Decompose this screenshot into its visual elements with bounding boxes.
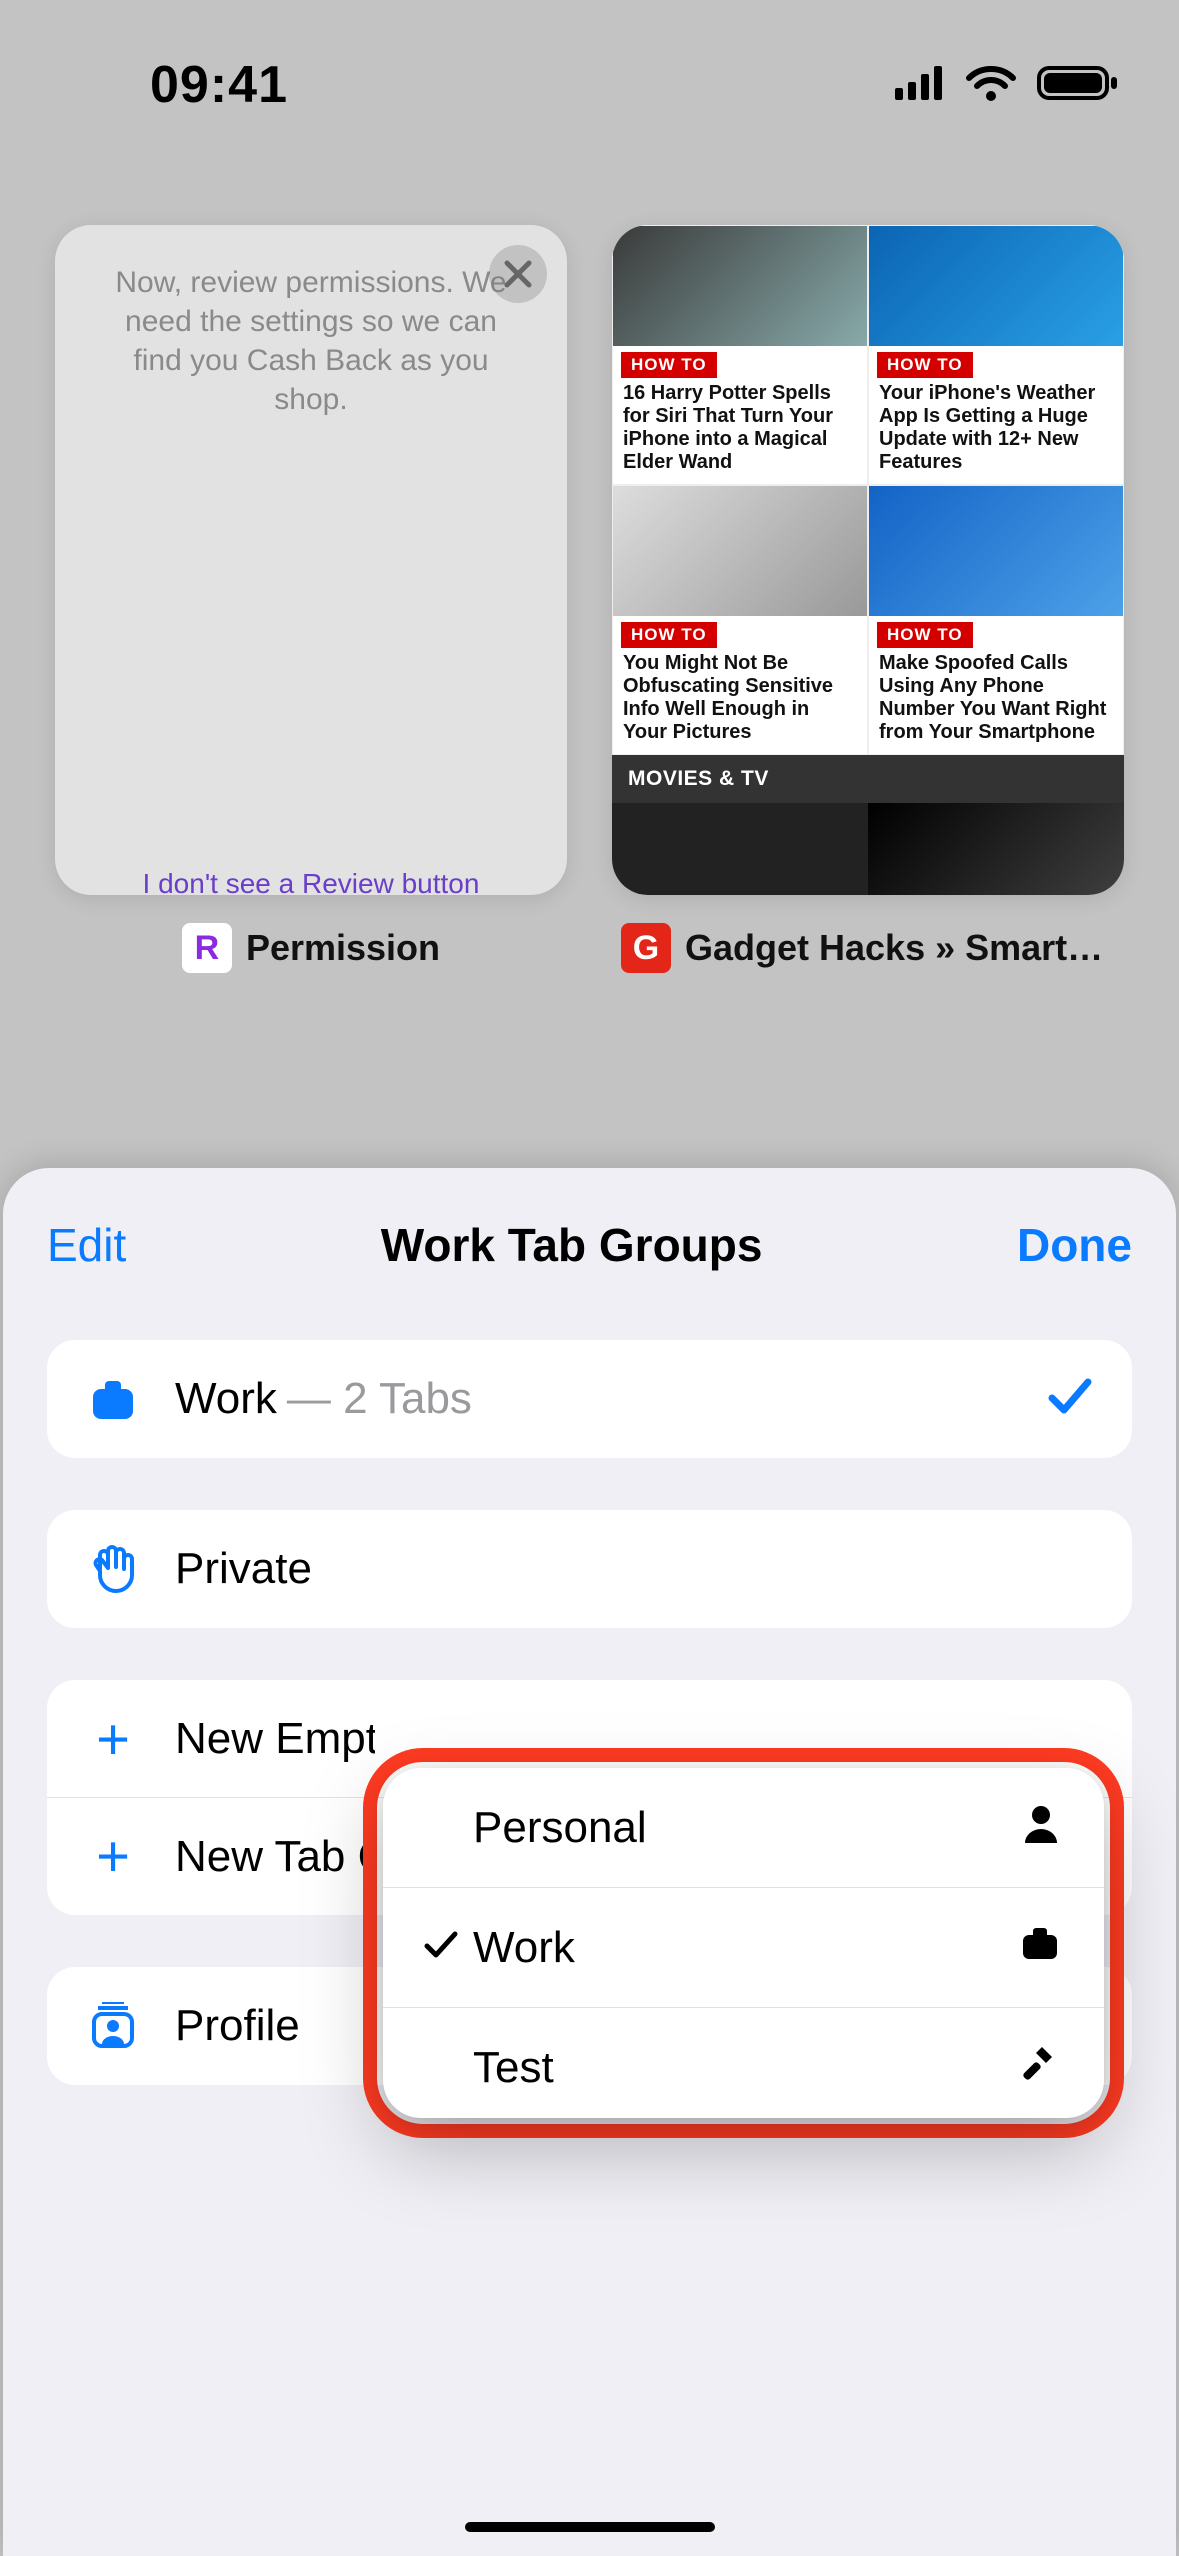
article-title: Your iPhone's Weather App Is Getting a H… [869,380,1123,484]
tab-card-gadgethacks[interactable]: HOW TO16 Harry Potter Spells for Siri Th… [612,225,1124,973]
tab-group-row-work[interactable]: Work — 2 Tabs [47,1340,1132,1458]
profile-option-work[interactable]: Work [383,1888,1104,2008]
tab-overview: Now, review permissions. We need the set… [55,225,1124,973]
article-title: 16 Harry Potter Spells for Siri That Tur… [613,380,867,484]
briefcase-icon [1020,1925,1060,1971]
battery-icon [1037,64,1119,107]
plus-icon: + [96,1823,130,1890]
close-tab-button[interactable] [489,245,547,303]
hand-icon [77,1543,149,1595]
favicon-icon: G [621,923,671,973]
cellular-icon [895,66,945,105]
row-label: New Empty Tab Group [175,1714,375,1764]
article-section: MOVIES & TV [612,755,1124,803]
checkmark-icon [1048,1370,1092,1428]
tab-title: Permission [246,927,440,969]
status-bar: 09:41 [0,0,1179,130]
edit-button[interactable]: Edit [47,1218,126,1272]
menu-label: Test [469,2043,1018,2093]
article-tag: HOW TO [621,622,717,648]
tab-title: Gadget Hacks » Smartph… [685,927,1115,969]
row-label: Profile [175,2001,300,2051]
row-label: Private [175,1544,312,1594]
annotation-highlight: Personal Work Test [363,1748,1124,2138]
tab-preview-link: I don't see a Review button [55,868,567,895]
status-time: 09:41 [150,55,288,115]
person-icon [1022,1803,1060,1853]
article-title: Make Spoofed Calls Using Any Phone Numbe… [869,650,1123,754]
hammer-icon [1018,2043,1060,2093]
sheet-header: Edit Work Tab Groups Done [47,1218,1132,1272]
menu-label: Work [469,1923,1020,1973]
checkmark-icon [413,1925,469,1970]
plus-icon: + [96,1706,130,1773]
article-tag: HOW TO [877,352,973,378]
favicon-icon: R [182,923,232,973]
tab-thumbnail[interactable]: HOW TO16 Harry Potter Spells for Siri Th… [612,225,1124,895]
tab-thumbnail[interactable]: Now, review permissions. We need the set… [55,225,567,895]
tab-title-row: G Gadget Hacks » Smartph… [621,923,1115,973]
status-indicators [895,64,1119,107]
sheet-title: Work Tab Groups [381,1218,763,1272]
home-indicator [465,2522,715,2532]
wifi-icon [965,64,1017,107]
briefcase-icon [77,1377,149,1421]
profile-option-test[interactable]: Test [383,2008,1104,2118]
tab-preview-text: Now, review permissions. We need the set… [55,225,567,419]
done-button[interactable]: Done [1017,1218,1132,1272]
article-title: You Might Not Be Obfuscating Sensitive I… [613,650,867,754]
profile-icon [77,2002,149,2050]
article-tag: HOW TO [877,622,973,648]
row-meta: — 2 Tabs [287,1374,472,1424]
row-label: Work [175,1374,277,1424]
tab-card-permission[interactable]: Now, review permissions. We need the set… [55,225,567,973]
tab-title-row: R Permission [182,923,440,973]
row-label: New Tab Group from 2 Tabs [175,1832,375,1882]
article-tag: HOW TO [621,352,717,378]
tab-group-row-private[interactable]: Private [47,1510,1132,1628]
profile-option-personal[interactable]: Personal [383,1768,1104,1888]
menu-label: Personal [469,1803,1022,1853]
profile-picker-menu: Personal Work Test [383,1768,1104,2118]
